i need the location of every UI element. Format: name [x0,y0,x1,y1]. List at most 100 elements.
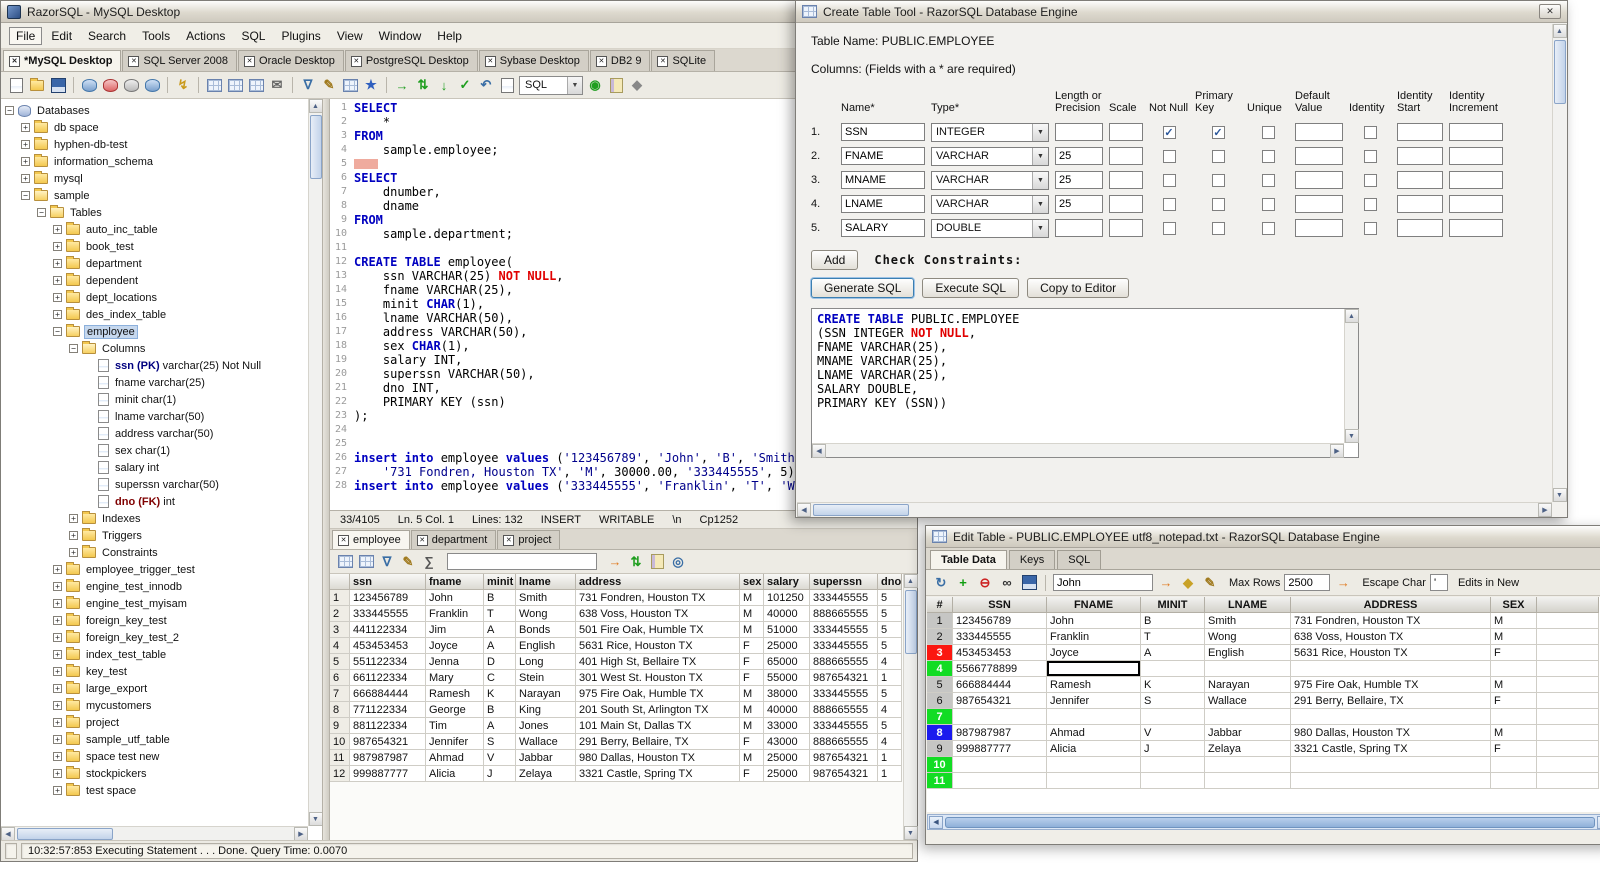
scroll-right-icon[interactable]: ▶ [1330,443,1344,458]
cell[interactable]: M [1491,629,1537,645]
cell[interactable] [1141,773,1205,789]
header-cell-fname[interactable]: FNAME [1047,597,1141,613]
fetch-down-icon[interactable]: ↓ [435,76,453,94]
max-rows-input[interactable] [1284,574,1331,591]
cell[interactable]: 4 [878,654,902,670]
add-column-button[interactable]: Add [811,250,859,270]
result-row[interactable]: 3 441122334 Jim A Bonds 501 Fire Oak, Humble … [330,622,903,638]
cell[interactable]: Zelaya [1205,741,1291,757]
edit-row[interactable]: 6 987654321 Jennifer S Wallace 291 Berry, Bel… [927,693,1600,709]
page-icon[interactable] [498,76,516,94]
cell[interactable]: D [484,654,516,670]
cell[interactable]: 638 Voss, Houston TX [576,606,740,622]
collapse-icon[interactable]: − [21,191,30,200]
cell[interactable]: M [740,590,764,606]
edit-row[interactable]: 8 987987987 Ahmad V Jabbar 980 Dallas, Housto… [927,725,1600,741]
tree-item-constraints[interactable]: + Constraints [1,544,308,561]
expand-icon[interactable]: + [21,123,30,132]
cell[interactable]: 333445555 [810,686,878,702]
cell[interactable]: Tim [426,718,484,734]
cell[interactable]: 987654321 [810,766,878,782]
tree-item-minit-char-1[interactable]: minit char(1) [1,391,308,408]
unique-checkbox[interactable] [1261,197,1275,211]
edit-data-icon[interactable]: ✎ [320,76,338,94]
header-cell-ssn[interactable]: SSN [953,597,1047,613]
cell[interactable]: T [484,606,516,622]
cell[interactable]: Narayan [516,686,576,702]
cell[interactable]: 888665555 [810,654,878,670]
cell[interactable]: 731 Fondren, Houston TX [576,590,740,606]
default-value-input[interactable] [1295,219,1343,237]
menu-window[interactable]: Window [372,27,429,45]
cell[interactable]: Alicia [1047,741,1141,757]
cell[interactable]: 25000 [764,638,810,654]
unique-checkbox[interactable] [1261,173,1275,187]
favorites-icon[interactable]: ★ [362,76,380,94]
maxrows-go-icon[interactable]: → [1334,574,1352,592]
cell[interactable]: 888665555 [810,606,878,622]
cell[interactable]: 987654321 [810,750,878,766]
cell[interactable]: M [1491,725,1537,741]
cell[interactable]: 25000 [764,766,810,782]
menu-help[interactable]: Help [430,27,469,45]
cell[interactable]: 999887777 [953,741,1047,757]
not-null-checkbox[interactable] [1162,149,1176,163]
cell[interactable]: B [484,590,516,606]
cell[interactable]: 987654321 [953,693,1047,709]
tree-item-superssn-varchar-50[interactable]: superssn varchar(50) [1,476,308,493]
cell[interactable]: F [1491,645,1537,661]
cell[interactable]: F [740,734,764,750]
scroll-up-icon[interactable]: ▲ [1552,24,1567,38]
header-cell-address[interactable]: address [576,574,740,590]
cell[interactable]: 291 Berry, Bellaire, TX [576,734,740,750]
menu-file[interactable]: File [9,26,43,45]
header-cell-num[interactable]: # [927,597,953,613]
cell[interactable]: John [426,590,484,606]
scale-input[interactable] [1109,219,1143,237]
identity-increment-input[interactable] [1449,195,1503,213]
tree-item-hyphen-db-test[interactable]: + hyphen-db-test [1,136,308,153]
expand-icon[interactable]: + [53,225,62,234]
refresh-icon[interactable]: ↻ [932,574,950,592]
result-row[interactable]: 7 666884444 Ramesh K Narayan 975 Fire Oak, Hu… [330,686,903,702]
tree-item-fname-varchar-25[interactable]: fname varchar(25) [1,374,308,391]
identity-start-input[interactable] [1397,219,1443,237]
name-input[interactable] [841,147,925,165]
fetch-more-icon[interactable]: ⇅ [627,553,645,571]
cell[interactable]: 5566778899 [953,661,1047,677]
cell[interactable]: 5631 Rice, Houston TX [1291,645,1491,661]
tree-item-columns[interactable]: − Columns [1,340,308,357]
close-tab-icon[interactable]: ✕ [128,55,140,67]
export-results-icon[interactable] [336,553,354,571]
tree-item-tables[interactable]: − Tables [1,204,308,221]
tree-item-key-test[interactable]: + key_test [1,663,308,680]
search-go-icon[interactable]: → [1157,574,1175,592]
generate-sql-button[interactable]: Generate SQL [811,278,915,298]
close-button[interactable]: ✕ [1539,4,1561,19]
result-row[interactable]: 4 453453453 Joyce A English 5631 Rice, Housto… [330,638,903,654]
not-null-checkbox[interactable] [1162,173,1176,187]
result-row[interactable]: 12 999887777 Alicia J Zelaya 3321 Castle, Spr… [330,766,903,782]
scroll-up-icon[interactable]: ▲ [903,574,918,588]
cell[interactable]: A [484,622,516,638]
default-value-input[interactable] [1295,195,1343,213]
cell[interactable]: George [426,702,484,718]
cell[interactable]: Jennifer [1047,693,1141,709]
cell[interactable]: 5 [878,638,902,654]
cell[interactable]: Jabbar [1205,725,1291,741]
cell[interactable]: F [740,654,764,670]
expand-icon[interactable]: + [53,276,62,285]
primary-key-checkbox[interactable] [1211,221,1225,235]
menu-plugins[interactable]: Plugins [274,27,327,45]
cell[interactable]: Smith [516,590,576,606]
identity-checkbox[interactable] [1363,125,1377,139]
edit-row[interactable]: 10 [927,757,1600,773]
tree-item-databases[interactable]: − Databases [1,102,308,119]
unique-checkbox[interactable] [1261,125,1275,139]
cell[interactable]: Jennifer [426,734,484,750]
length-input[interactable] [1055,171,1103,189]
key-icon[interactable]: ↯ [174,76,192,94]
cell[interactable]: M [740,702,764,718]
cell[interactable]: 987987987 [953,725,1047,741]
new-database-icon[interactable] [122,76,140,94]
